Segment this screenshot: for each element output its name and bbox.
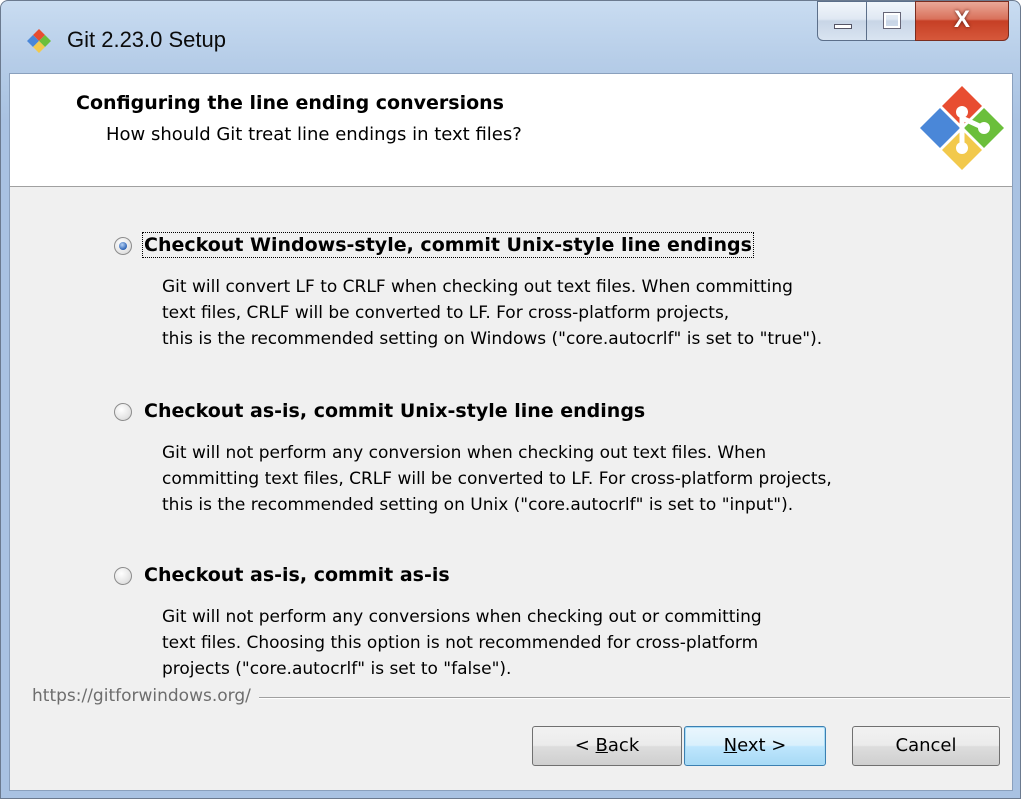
description-line: Git will not perform any conversions whe… [162, 607, 762, 627]
option-label[interactable]: Checkout Windows-style, commit Unix-styl… [142, 232, 754, 258]
back-button-label: < [574, 735, 596, 756]
back-button[interactable]: < Back [532, 726, 682, 766]
minimize-button[interactable] [817, 1, 867, 41]
back-button-mnemonic: B [595, 735, 608, 756]
maximize-button[interactable] [866, 1, 916, 41]
next-button[interactable]: Next > [684, 726, 826, 766]
cancel-button[interactable]: Cancel [852, 726, 1000, 766]
close-button[interactable]: X [915, 1, 1009, 41]
next-button-label-rest: ext > [737, 735, 787, 756]
page-title: Configuring the line ending conversions [76, 92, 504, 114]
radio-button[interactable] [114, 403, 132, 421]
option-label[interactable]: Checkout as-is, commit as-is [144, 564, 450, 586]
next-button-mnemonic: N [723, 735, 738, 756]
branding-divider: https://gitforwindows.org/ [32, 686, 1010, 710]
branding-url: https://gitforwindows.org/ [32, 686, 259, 706]
window-title: Git 2.23.0 Setup [67, 27, 226, 52]
close-icon: X [953, 6, 970, 33]
setup-window: Git 2.23.0 Setup X Configuring the line … [0, 0, 1021, 799]
radio-button[interactable] [114, 567, 132, 585]
wizard-header: Configuring the line ending conversions … [10, 74, 1012, 187]
wizard-body: Configuring the line ending conversions … [9, 73, 1013, 791]
option-description: Git will convert LF to CRLF when checkin… [162, 274, 962, 352]
maximize-icon [883, 12, 901, 29]
page-subtitle: How should Git treat line endings in tex… [106, 124, 522, 145]
option-label[interactable]: Checkout as-is, commit Unix-style line e… [144, 400, 645, 422]
option-description: Git will not perform any conversions whe… [162, 604, 962, 682]
option-description: Git will not perform any conversion when… [162, 440, 962, 518]
description-line: projects ("core.autocrlf" is set to "fal… [162, 659, 512, 679]
description-line: committing text files, CRLF will be conv… [162, 469, 832, 489]
title-bar[interactable]: Git 2.23.0 Setup X [1, 1, 1020, 73]
git-logo-icon [27, 29, 51, 53]
description-line: Git will not perform any conversion when… [162, 443, 767, 463]
description-line: text files, CRLF will be converted to LF… [162, 303, 730, 323]
git-logo-icon [920, 86, 1004, 170]
minimize-icon [834, 24, 852, 29]
description-line: this is the recommended setting on Windo… [162, 329, 823, 349]
back-button-label-rest: ack [607, 735, 640, 756]
description-line: text files. Choosing this option is not … [162, 633, 759, 653]
description-line: this is the recommended setting on Unix … [162, 495, 794, 515]
radio-button[interactable] [114, 237, 132, 255]
description-line: Git will convert LF to CRLF when checkin… [162, 277, 793, 297]
